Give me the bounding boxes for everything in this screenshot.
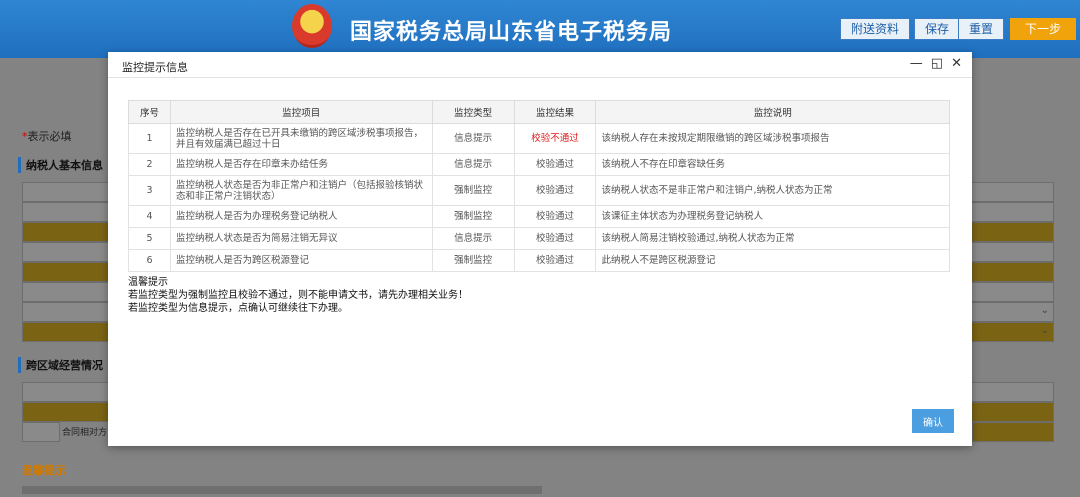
reset-button[interactable]: 重置: [958, 18, 1005, 40]
table-row: 6 监控纳税人是否为跨区税源登记 强制监控 校验通过 此纳税人不是跨区税源登记: [128, 249, 950, 272]
tips-line-2: 若监控类型为信息提示，点确认可继续往下办理。: [128, 303, 348, 314]
cell-item: 监控纳税人是否存在已开具未缴销的跨区域涉税事项报告，并且有效届满已超过十日: [169, 123, 433, 154]
cell-no: 4: [128, 205, 171, 228]
table-row: 5 监控纳税人状态是否为简易注销无异议 信息提示 校验通过 该纳税人简易注销校验…: [128, 227, 950, 250]
cell-desc: 该纳税人简易注销校验通过,纳税人状态为正常: [595, 227, 950, 250]
col-header-no: 序号: [128, 100, 171, 124]
contract-party-label: 合同相对方: [62, 428, 108, 438]
col-header-result: 监控结果: [513, 100, 597, 124]
minimize-icon[interactable]: —: [910, 57, 923, 71]
dialog-window-controls: — ◱ ✕: [910, 57, 962, 71]
tips-title: 温馨提示: [128, 277, 168, 288]
col-header-item: 监控项目: [169, 100, 433, 124]
dialog-warm-tips: 温馨提示 若监控类型为强制监控且校验不通过，则不能申请文书，请先办理相关业务！ …: [128, 276, 468, 315]
cell-type: 信息提示: [431, 227, 515, 250]
col-header-type: 监控类型: [431, 100, 515, 124]
table-header-row: 序号 监控项目 监控类型 监控结果 监控说明: [128, 100, 950, 124]
save-button[interactable]: 保存: [914, 18, 961, 40]
site-brand-title: 国家税务总局山东省电子税务局: [350, 20, 673, 45]
chevron-down-icon[interactable]: ⌄: [1041, 325, 1049, 336]
form-row: [22, 422, 60, 442]
next-step-button[interactable]: 下一步: [1010, 18, 1076, 40]
form-row[interactable]: [972, 422, 1054, 442]
section-title-cross-region: 跨区域经营情况: [18, 357, 103, 373]
cell-item: 监控纳税人是否存在印章未办结任务: [169, 153, 433, 176]
table-row: 1 监控纳税人是否存在已开具未缴销的跨区域涉税事项报告，并且有效届满已超过十日 …: [128, 123, 950, 154]
cell-no: 5: [128, 227, 171, 250]
cell-type: 强制监控: [431, 249, 515, 272]
cell-desc: 此纳税人不是跨区税源登记: [595, 249, 950, 272]
cell-no: 3: [128, 175, 171, 206]
attach-materials-button[interactable]: 附送资料: [840, 18, 911, 40]
tips-line-1: 若监控类型为强制监控且校验不通过，则不能申请文书，请先办理相关业务！: [128, 290, 468, 301]
cell-desc: 该纳税人存在未按规定期限缴销的跨区域涉税事项报告: [595, 123, 950, 154]
cell-no: 6: [128, 249, 171, 272]
cell-item: 监控纳税人是否为办理税务登记纳税人: [169, 205, 433, 228]
dialog-header: 监控提示信息 — ◱ ✕: [108, 52, 972, 78]
cell-result: 校验通过: [513, 153, 597, 176]
cell-desc: 该纳税人状态不是非正常户和注销户,纳税人状态为正常: [595, 175, 950, 206]
required-note: *表示必填: [22, 128, 72, 144]
page-warm-tips-title: 温馨提示: [22, 464, 66, 477]
cell-no: 2: [128, 153, 171, 176]
close-icon[interactable]: ✕: [951, 57, 962, 71]
cell-desc: 该课征主体状态为办理税务登记纳税人: [595, 205, 950, 228]
cell-result: 校验通过: [513, 227, 597, 250]
table-row: 4 监控纳税人是否为办理税务登记纳税人 强制监控 校验通过 该课征主体状态为办理…: [128, 205, 950, 228]
cell-result: 校验通过: [513, 205, 597, 228]
cell-type: 强制监控: [431, 175, 515, 206]
cell-type: 信息提示: [431, 123, 515, 154]
cell-item: 监控纳税人是否为跨区税源登记: [169, 249, 433, 272]
confirm-button[interactable]: 确认: [912, 409, 954, 433]
dialog-title: 监控提示信息: [122, 61, 188, 74]
required-note-text: 表示必填: [27, 130, 72, 143]
section-title-basic-info: 纳税人基本信息: [18, 157, 103, 173]
cell-item: 监控纳税人状态是否为非正常户和注销户（包括报验核销状态和非正常户注销状态）: [169, 175, 433, 206]
monitor-table: 序号 监控项目 监控类型 监控结果 监控说明 1 监控纳税人是否存在已开具未缴销…: [128, 100, 950, 272]
monitor-info-dialog: 监控提示信息 — ◱ ✕ 序号 监控项目 监控类型 监控结果 监控说明 1 监控…: [108, 52, 972, 446]
page-warm-tips-text: [22, 486, 542, 494]
cell-type: 强制监控: [431, 205, 515, 228]
tax-emblem-icon: [292, 4, 332, 48]
cell-result: 校验通过: [513, 249, 597, 272]
chevron-down-icon[interactable]: ⌄: [1041, 305, 1049, 316]
cell-result-fail: 校验不通过: [513, 123, 597, 154]
maximize-icon[interactable]: ◱: [931, 57, 943, 71]
cell-item: 监控纳税人状态是否为简易注销无异议: [169, 227, 433, 250]
cell-result: 校验通过: [513, 175, 597, 206]
cell-type: 信息提示: [431, 153, 515, 176]
cell-desc: 该纳税人不存在印章容缺任务: [595, 153, 950, 176]
col-header-desc: 监控说明: [595, 100, 950, 124]
top-header-bar: 国家税务总局山东省电子税务局 附送资料 保存 重置 下一步: [0, 0, 1080, 58]
table-row: 2 监控纳税人是否存在印章未办结任务 信息提示 校验通过 该纳税人不存在印章容缺…: [128, 153, 950, 176]
table-row: 3 监控纳税人状态是否为非正常户和注销户（包括报验核销状态和非正常户注销状态） …: [128, 175, 950, 206]
cell-no: 1: [128, 123, 171, 154]
